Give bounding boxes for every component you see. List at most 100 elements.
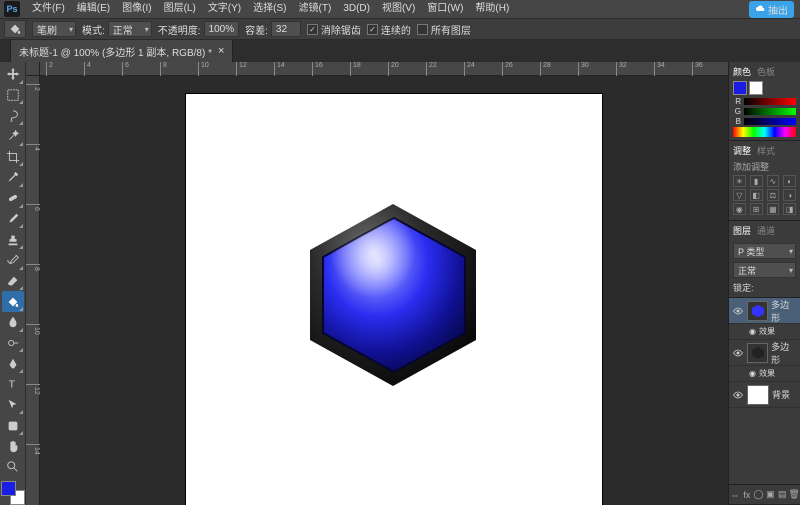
menu-edit[interactable]: 编辑(E) [71,0,116,18]
document-tab[interactable]: 未标题-1 @ 100% (多边形 1 副本, RGB/8) * × [10,40,233,62]
layer-fx-icon[interactable]: fx [741,489,753,501]
lasso-tool[interactable] [2,105,24,126]
adj-curves-icon[interactable]: ∿ [767,175,780,187]
move-tool[interactable] [2,64,24,85]
adj-bw-icon[interactable]: ◑ [783,189,796,201]
history-brush-tool[interactable] [2,250,24,271]
blend-mode-dropdown[interactable]: 正常 [733,262,796,278]
ruler-tick: 12 [26,384,40,395]
menu-3d[interactable]: 3D(D) [337,0,376,18]
contiguous-checkbox[interactable]: ✓ [367,24,378,35]
adj-lookup-icon[interactable]: ▦ [767,203,780,215]
tolerance-input[interactable]: 32 [271,21,301,37]
menu-window[interactable]: 窗口(W) [421,0,469,18]
adj-channel-mixer-icon[interactable]: ⊞ [750,203,763,215]
all-layers-checkbox[interactable] [417,24,428,35]
magic-wand-tool[interactable] [2,126,24,147]
horizontal-ruler[interactable]: 24681012141618202224262830323436 [40,62,728,76]
adj-brightness-icon[interactable]: ☀ [733,175,746,187]
visibility-icon[interactable] [732,347,744,359]
spectrum-bar[interactable] [733,127,796,137]
tool-preset-picker[interactable] [4,20,26,38]
menu-type[interactable]: 文字(Y) [202,0,247,18]
new-layer-icon[interactable]: ▤ [776,489,788,501]
brush-tool[interactable] [2,209,24,230]
link-layers-icon[interactable]: ⇔ [729,489,741,501]
visibility-icon[interactable] [732,389,744,401]
adj-hue-icon[interactable]: ◧ [750,189,763,201]
tab-channels[interactable]: 通道 [757,224,775,237]
g-slider[interactable] [744,108,796,115]
adj-invert-icon[interactable]: ◨ [783,203,796,215]
g-label: G [733,107,741,116]
zoom-tool[interactable] [2,457,24,478]
document-canvas[interactable] [186,94,602,505]
layer-mask-icon[interactable]: ◯ [753,489,765,501]
healing-tool[interactable] [2,188,24,209]
marquee-tool[interactable] [2,85,24,106]
menu-filter[interactable]: 滤镜(T) [293,0,338,18]
type-tool[interactable]: T [2,374,24,395]
document-tabs: 未标题-1 @ 100% (多边形 1 副本, RGB/8) * × [0,40,800,62]
tab-layers[interactable]: 图层 [733,224,751,237]
ruler-origin[interactable] [26,62,40,76]
tab-swatches[interactable]: 色板 [757,65,775,78]
mode-dropdown[interactable]: 正常 [108,21,152,37]
panel-bg-swatch[interactable] [749,81,763,95]
layer-filter-dropdown[interactable]: P 类型 [733,243,796,259]
delete-layer-icon[interactable]: 🗑 [788,489,800,501]
eraser-tool[interactable] [2,271,24,292]
layer-name[interactable]: 多边形 [771,340,797,366]
layer-row-polygon[interactable]: 多边形 [729,340,800,366]
tab-adjustments[interactable]: 调整 [733,144,751,157]
layer-row-fx2[interactable]: ◉ 效果 [729,366,800,382]
antialias-checkbox[interactable]: ✓ [307,24,318,35]
adj-vibrance-icon[interactable]: ▽ [733,189,746,201]
blur-tool[interactable] [2,312,24,333]
panel-fg-swatch[interactable] [733,81,747,95]
adj-exposure-icon[interactable]: ◐ [783,175,796,187]
layer-row-background[interactable]: 背景 [729,382,800,408]
tab-color[interactable]: 颜色 [733,65,751,78]
menu-file[interactable]: 文件(F) [26,0,71,18]
hand-tool[interactable] [2,436,24,457]
dodge-tool[interactable] [2,333,24,354]
eyedropper-tool[interactable] [2,167,24,188]
tab-styles[interactable]: 样式 [757,144,775,157]
layer-name[interactable]: 背景 [772,388,790,401]
pen-tool[interactable] [2,353,24,374]
layer-row-polygon-copy[interactable]: 多边形 [729,298,800,324]
color-swatches[interactable] [1,481,25,505]
layer-thumb[interactable] [747,385,769,405]
shape-tool[interactable] [2,415,24,436]
hexagon-shape-blue [311,212,477,378]
layer-name[interactable]: 多边形 [771,298,797,324]
close-icon[interactable]: × [218,45,224,57]
adj-levels-icon[interactable]: ▮ [750,175,763,187]
b-slider[interactable] [744,118,796,125]
crop-tool[interactable] [2,147,24,168]
stamp-tool[interactable] [2,229,24,250]
r-slider[interactable] [744,98,796,105]
ruler-tick: 34 [654,62,665,76]
vertical-ruler[interactable]: 2468101214 [26,76,40,505]
share-button[interactable]: 抽出 [749,1,794,18]
visibility-icon[interactable] [732,305,744,317]
menu-image[interactable]: 图像(I) [116,0,157,18]
adj-balance-icon[interactable]: ⚖ [767,189,780,201]
ruler-tick: 14 [274,62,285,76]
menu-help[interactable]: 帮助(H) [469,0,515,18]
menu-view[interactable]: 视图(V) [376,0,421,18]
adj-photo-filter-icon[interactable]: ◉ [733,203,746,215]
menu-layer[interactable]: 图层(L) [158,0,202,18]
fill-source-dropdown[interactable]: 笔刷 [32,21,76,37]
new-group-icon[interactable]: ▣ [764,489,776,501]
layer-thumb[interactable] [747,301,768,321]
opacity-input[interactable]: 100% [204,21,240,37]
layer-thumb[interactable] [747,343,768,363]
paint-bucket-tool[interactable] [2,291,24,312]
layer-row-fx1[interactable]: ◉ 效果 [729,324,800,340]
foreground-color-swatch[interactable] [1,481,16,496]
menu-select[interactable]: 选择(S) [247,0,292,18]
path-selection-tool[interactable] [2,395,24,416]
